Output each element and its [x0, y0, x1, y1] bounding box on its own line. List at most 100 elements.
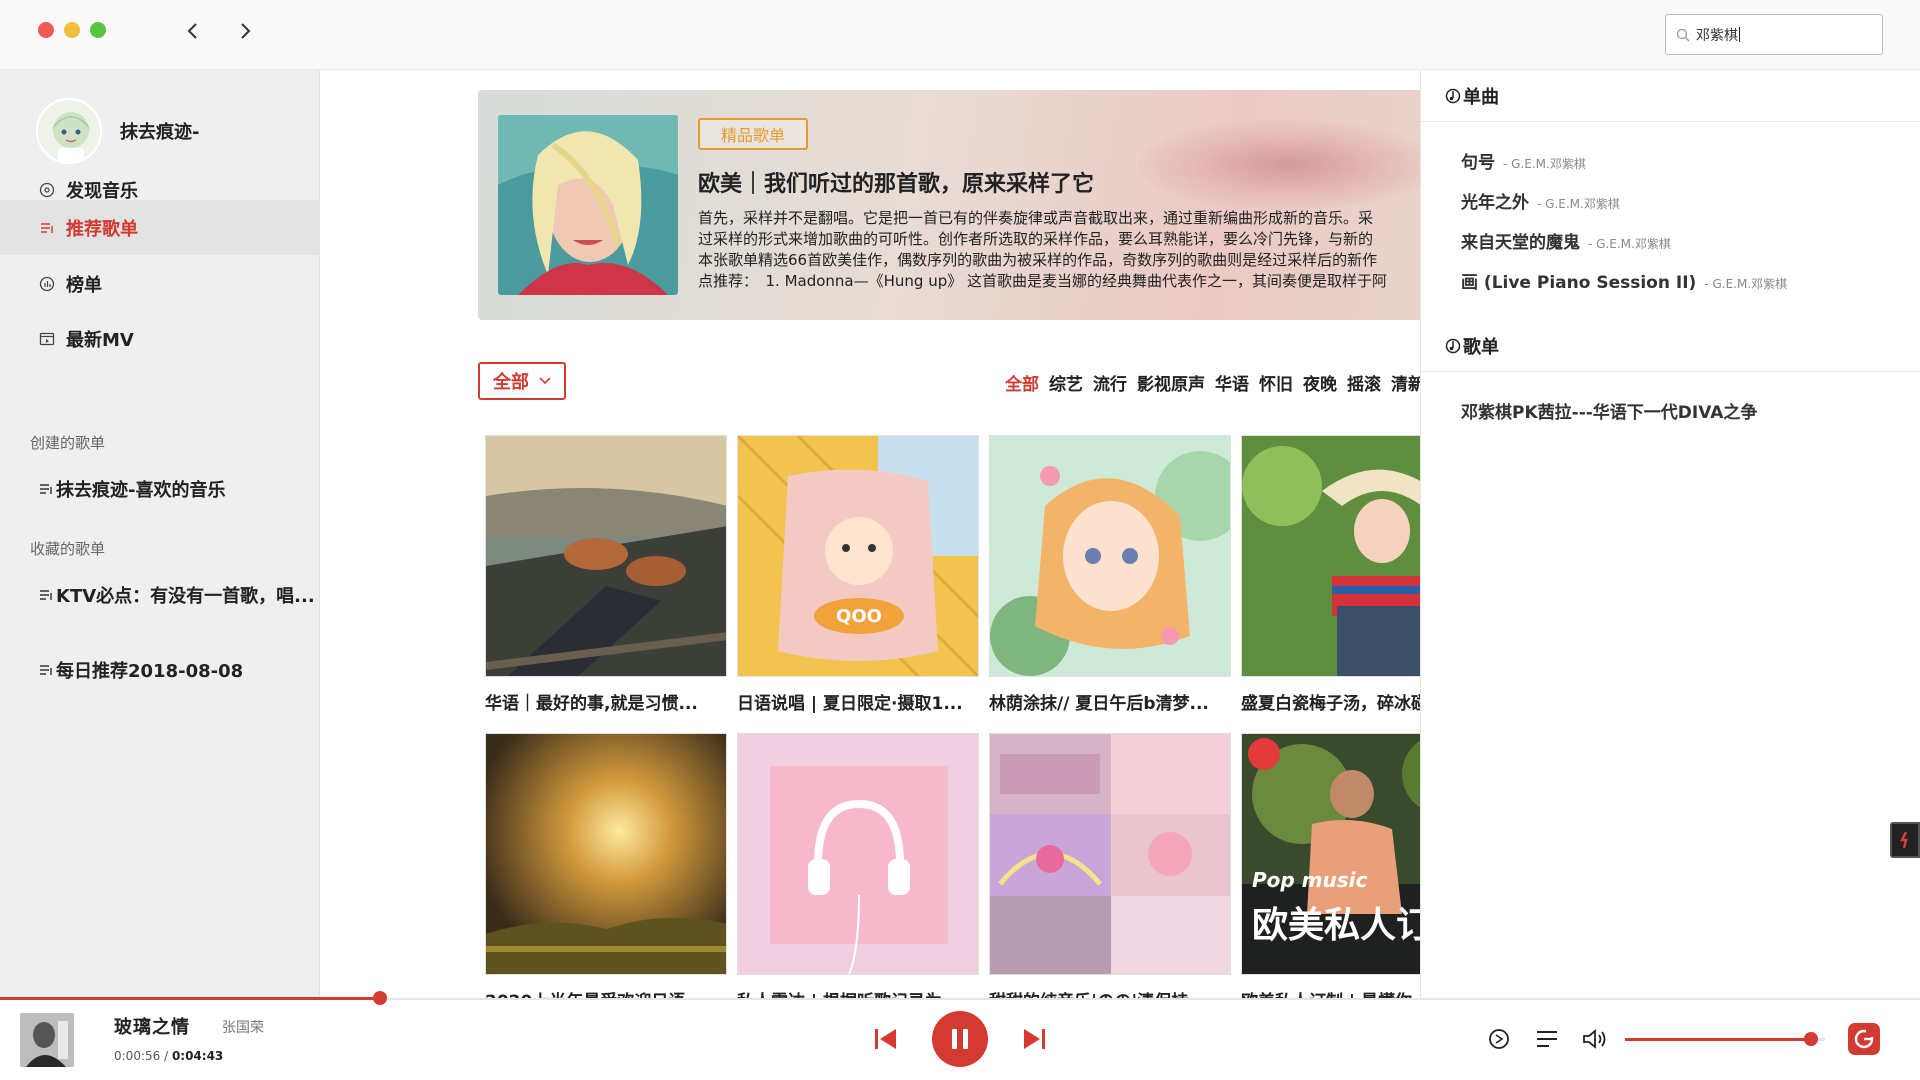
- previous-track-button[interactable]: [870, 1023, 900, 1055]
- close-window-button[interactable]: [38, 22, 54, 38]
- banner-title[interactable]: 欧美｜我们听过的那首歌，原来采样了它: [698, 166, 1094, 198]
- search-icon: [1676, 28, 1690, 41]
- repeat-icon: [1489, 1029, 1509, 1049]
- forward-button[interactable]: [232, 18, 258, 44]
- menu-latest-mv[interactable]: 最新MV: [0, 311, 320, 366]
- menu-charts[interactable]: 榜单: [0, 256, 320, 311]
- music-disc-icon: [38, 181, 56, 199]
- playlist-cover[interactable]: [737, 733, 979, 975]
- tag-night[interactable]: 夜晚: [1303, 370, 1337, 395]
- text-cursor: [1739, 27, 1740, 42]
- username: 抹去痕迹-: [120, 122, 200, 143]
- playlist-cover[interactable]: [485, 435, 727, 677]
- menu-label: 榜单: [66, 274, 102, 296]
- tag-all[interactable]: 全部: [1005, 370, 1039, 395]
- search-result-song[interactable]: 画 (Live Piano Session II) - G.E.M.邓紫棋: [1461, 268, 1787, 293]
- playlist-card[interactable]: 甜甜的纯音乐|のの|清保持...: [989, 733, 1231, 998]
- sidebar-playlist-label: KTV必点：有没有一首歌，唱...: [56, 586, 315, 607]
- maximize-window-button[interactable]: [90, 22, 106, 38]
- playlist-card[interactable]: 林荫涂抹// 夏日午后b清梦...: [989, 435, 1231, 714]
- floating-widget-button[interactable]: [1890, 822, 1920, 858]
- search-results-panel: 单曲 句号 - G.E.M.邓紫棋 光年之外 - G.E.M.邓紫棋 来自天堂的魔鬼…: [1420, 70, 1920, 998]
- search-result-song[interactable]: 句号 - G.E.M.邓紫棋: [1461, 148, 1586, 173]
- premium-playlist-badge: 精品歌单: [698, 118, 808, 150]
- created-playlists-title: 创建的歌单: [30, 434, 106, 452]
- category-select-button[interactable]: 全部: [478, 362, 566, 400]
- lyrics-icon: [1854, 1029, 1875, 1049]
- tag-pop[interactable]: 流行: [1093, 370, 1127, 395]
- playlist-title[interactable]: 甜甜的纯音乐|のの|清保持...: [989, 987, 1231, 998]
- sidebar-playlist-item[interactable]: KTV必点：有没有一首歌，唱...: [38, 582, 315, 608]
- playlist-cover[interactable]: QOO: [737, 435, 979, 677]
- tag-nostalgic[interactable]: 怀旧: [1259, 370, 1293, 395]
- sidebar: 抹去痕迹- 发现音乐 推荐歌单 榜单 最新MV 创建的歌单 抹去痕迹-喜欢的音乐…: [0, 70, 320, 998]
- volume-handle[interactable]: [1804, 1032, 1818, 1046]
- tag-rock[interactable]: 摇滚: [1347, 370, 1381, 395]
- playlists-section-title: 歌单: [1463, 336, 1499, 358]
- sidebar-playlist-item[interactable]: 抹去痕迹-喜欢的音乐: [38, 476, 225, 502]
- current-time: 0:00:56: [114, 1049, 161, 1063]
- playlist-card[interactable]: QOO 日语说唱 | 夏日限定·摄取1...: [737, 435, 979, 714]
- tag-variety[interactable]: 综艺: [1049, 370, 1083, 395]
- now-playing-artist[interactable]: 张国荣: [222, 1017, 264, 1037]
- search-input[interactable]: 邓紫棋: [1665, 14, 1883, 55]
- music-note-icon: [1445, 338, 1461, 353]
- chevron-left-icon: [187, 23, 197, 39]
- playlist-title[interactable]: 华语｜最好的事,就是习惯...: [485, 689, 727, 714]
- next-track-button[interactable]: [1020, 1023, 1050, 1055]
- playlists-section-header: 歌单: [1421, 320, 1920, 372]
- queue-list-icon: [1537, 1031, 1557, 1047]
- playlist-cover[interactable]: [989, 435, 1231, 677]
- minimize-window-button[interactable]: [64, 22, 80, 38]
- playlist-icon: [38, 219, 56, 237]
- now-playing-title[interactable]: 玻璃之情: [114, 1013, 190, 1039]
- playlist-queue-button[interactable]: [1533, 1025, 1561, 1053]
- sidebar-playlist-label: 每日推荐2018-08-08: [56, 661, 244, 682]
- playlist-title[interactable]: 日语说唱 | 夏日限定·摄取1...: [737, 689, 979, 714]
- search-result-song[interactable]: 光年之外 - G.E.M.邓紫棋: [1461, 188, 1620, 213]
- tag-soundtrack[interactable]: 影视原声: [1137, 370, 1205, 395]
- playlist-cover[interactable]: [485, 733, 727, 975]
- playlist-title[interactable]: 私人雷达 | 根据听歌记录为...: [737, 987, 979, 998]
- volume-fill: [1625, 1038, 1811, 1041]
- search-result-song[interactable]: 来自天堂的魔鬼 - G.E.M.邓紫棋: [1461, 228, 1671, 253]
- playlist-title[interactable]: 林荫涂抹// 夏日午后b清梦...: [989, 689, 1231, 714]
- playlist-title[interactable]: 2020上半年最受欢迎日语...: [485, 987, 727, 998]
- playlist-card[interactable]: 华语｜最好的事,就是习惯...: [485, 435, 727, 714]
- song-name: 画 (Live Piano Session II): [1461, 273, 1697, 293]
- chart-icon: [38, 275, 56, 293]
- total-time: 0:04:43: [171, 1049, 224, 1063]
- search-result-playlist[interactable]: 邓紫棋PK茜拉---华语下一代DIVA之争: [1461, 398, 1757, 423]
- songs-section-title: 单曲: [1463, 86, 1499, 108]
- song-artist: G.E.M.邓紫棋: [1511, 157, 1586, 171]
- avatar[interactable]: [36, 98, 102, 164]
- playlist-card[interactable]: 私人雷达 | 根据听歌记录为...: [737, 733, 979, 998]
- playlist-card[interactable]: 2020上半年最受欢迎日语...: [485, 733, 727, 998]
- now-playing-cover[interactable]: [20, 1013, 74, 1067]
- lyrics-button[interactable]: [1848, 1023, 1880, 1055]
- songs-section-header: 单曲: [1421, 70, 1920, 122]
- user-profile[interactable]: 抹去痕迹-: [36, 98, 199, 164]
- pause-button[interactable]: [932, 1011, 988, 1067]
- category-select-label: 全部: [493, 372, 529, 393]
- skip-previous-icon: [875, 1029, 896, 1049]
- playback-time: 0:00:56 / 0:04:43: [114, 1049, 224, 1063]
- banner-cover-image[interactable]: [498, 115, 678, 295]
- sidebar-playlist-item[interactable]: 每日推荐2018-08-08: [38, 657, 243, 683]
- volume-icon: [1583, 1029, 1606, 1049]
- playlist-icon: [40, 665, 52, 675]
- playback-progress-handle[interactable]: [373, 991, 388, 1005]
- chevron-right-icon: [241, 23, 251, 39]
- menu-recommended-playlists[interactable]: 推荐歌单: [0, 200, 320, 255]
- volume-slider[interactable]: [1625, 1032, 1825, 1046]
- playlist-cover[interactable]: [989, 733, 1231, 975]
- pause-icon: [952, 1029, 968, 1049]
- player-bar: 玻璃之情 张国荣 0:00:56 / 0:04:43: [0, 991, 1920, 1080]
- back-button[interactable]: [180, 18, 206, 44]
- tag-chinese[interactable]: 华语: [1215, 370, 1249, 395]
- volume-button[interactable]: [1580, 1025, 1610, 1053]
- skip-next-icon: [1024, 1029, 1045, 1049]
- title-bar: 邓紫棋: [0, 0, 1920, 70]
- song-artist: G.E.M.邓紫棋: [1596, 237, 1671, 251]
- play-mode-button[interactable]: [1485, 1025, 1513, 1053]
